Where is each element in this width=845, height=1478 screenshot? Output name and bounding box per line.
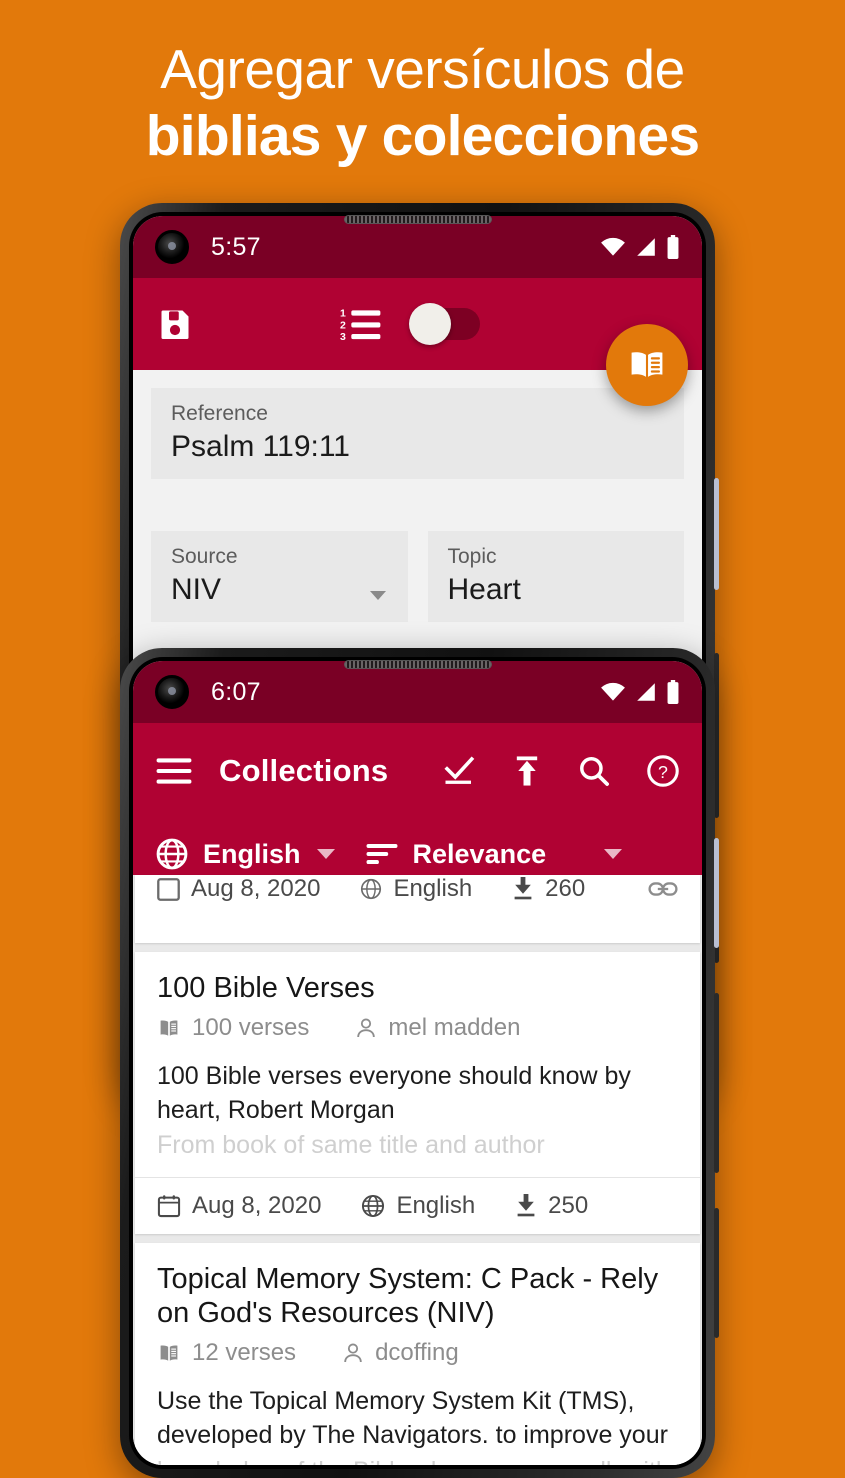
verses-count-label: 100 verses — [192, 1013, 310, 1041]
list-item-description-faded: From book of same title and author — [157, 1131, 545, 1160]
bible-fab-button[interactable] — [606, 324, 688, 406]
collections-list[interactable]: Aug 8, 2020 English 260 100 Bible Verses… — [133, 875, 702, 1465]
battery-icon — [666, 235, 680, 259]
numbered-list-icon[interactable]: 1 2 3 — [340, 305, 382, 343]
verses-count: 12 verses — [157, 1339, 296, 1367]
author: mel madden — [355, 1014, 520, 1042]
status-icons — [600, 235, 680, 259]
topic-field[interactable]: Topic Heart — [427, 531, 684, 622]
verses-count: 100 verses — [157, 1014, 309, 1042]
status-bar-front: 6:07 — [133, 661, 702, 723]
download-icon — [515, 1194, 537, 1218]
earpiece-speaker-grille-front — [343, 660, 492, 669]
list-item-downloads: 260 — [545, 875, 586, 902]
list-item[interactable]: Aug 8, 2020 English 260 — [135, 875, 700, 943]
reference-field[interactable]: Reference Psalm 119:11 — [151, 388, 684, 479]
sort-filter-value: Relevance — [412, 838, 547, 869]
list-item-date: Aug 8, 2020 — [192, 1192, 322, 1220]
headline-line-2: biblias y colecciones — [145, 104, 700, 169]
svg-text:1: 1 — [340, 308, 346, 320]
svg-text:2: 2 — [340, 320, 346, 332]
sort-icon — [365, 841, 399, 867]
download-icon — [512, 877, 534, 901]
search-icon[interactable] — [578, 755, 610, 787]
wifi-icon — [600, 237, 626, 257]
author: dcoffing — [342, 1339, 459, 1367]
toggle-thumb — [408, 303, 451, 345]
list-item-description: 100 Bible verses everyone should know by… — [157, 1061, 631, 1124]
chevron-down-icon[interactable] — [369, 591, 386, 600]
list-mode-toggle[interactable] — [408, 303, 480, 345]
source-label: Source — [171, 545, 238, 568]
phone-screen-front: 6:07 Collections ? English Relevance Aug… — [133, 661, 702, 1465]
list-item-language: English — [393, 875, 473, 902]
chevron-down-icon[interactable] — [604, 849, 623, 859]
power-button-front[interactable] — [714, 838, 719, 948]
globe-icon — [360, 878, 382, 900]
open-book-icon — [626, 344, 668, 386]
source-value: NIV — [171, 573, 222, 606]
list-item[interactable]: 100 Bible Verses 100 verses mel madden 1… — [135, 952, 700, 1235]
select-checkbox[interactable] — [157, 877, 180, 901]
language-filter[interactable]: English — [155, 837, 335, 871]
book-icon — [157, 1017, 181, 1039]
reference-label: Reference — [171, 402, 268, 425]
list-item-description-faded: knowledge of the Bible. deepen your walk… — [157, 1455, 678, 1465]
list-item-downloads: 250 — [548, 1192, 589, 1220]
page-title: Collections — [219, 753, 389, 788]
author-label: mel madden — [388, 1013, 521, 1041]
volume-down-button-front[interactable] — [714, 1208, 719, 1338]
verse-editor-form: Reference Psalm 119:11 Source NIV Topic … — [133, 370, 702, 622]
status-icons-front — [600, 680, 680, 704]
list-item-description: Use the Topical Memory System Kit (TMS),… — [157, 1387, 668, 1449]
language-filter-value: English — [203, 838, 301, 869]
sort-filter[interactable]: Relevance — [365, 839, 623, 870]
link-icon[interactable] — [648, 878, 678, 900]
list-item-language: English — [396, 1192, 476, 1220]
volume-up-button-front[interactable] — [714, 993, 719, 1173]
source-field[interactable]: Source NIV — [151, 531, 408, 622]
signal-icon — [635, 682, 657, 702]
hamburger-menu-icon[interactable] — [155, 756, 193, 786]
phone-mockup-front: 6:07 Collections ? English Relevance Aug… — [120, 648, 719, 1478]
book-icon — [157, 1342, 181, 1364]
collections-appbar: Collections ? — [133, 723, 702, 819]
battery-icon — [666, 680, 680, 704]
help-icon[interactable]: ? — [646, 754, 680, 788]
status-clock: 5:57 — [211, 232, 261, 261]
person-icon — [342, 1342, 364, 1364]
globe-icon — [361, 1194, 385, 1218]
list-item-title: 100 Bible Verses — [157, 972, 375, 1004]
status-clock-front: 6:07 — [211, 677, 261, 706]
list-item[interactable]: Topical Memory System: C Pack - Rely on … — [135, 1243, 700, 1465]
reference-value: Psalm 119:11 — [171, 430, 350, 463]
status-bar-back: 5:57 — [133, 216, 702, 278]
globe-icon — [155, 837, 189, 871]
power-button[interactable] — [714, 478, 719, 590]
calendar-icon — [157, 1194, 181, 1218]
author-label: dcoffing — [375, 1339, 459, 1367]
list-item-title: Topical Memory System: C Pack - Rely on … — [157, 1263, 659, 1330]
page-headline: Agregar versículos de biblias y coleccio… — [0, 40, 845, 167]
verses-count-label: 12 verses — [192, 1339, 297, 1367]
check-icon[interactable] — [442, 756, 476, 786]
front-camera-punch-hole-front — [155, 675, 189, 709]
chevron-down-icon[interactable] — [316, 849, 335, 859]
earpiece-speaker-grille — [343, 215, 492, 224]
signal-icon — [635, 237, 657, 257]
svg-text:?: ? — [658, 762, 668, 782]
save-floppy-icon[interactable] — [157, 306, 193, 342]
headline-line-1: Agregar versículos de — [160, 38, 685, 100]
wifi-icon — [600, 682, 626, 702]
upload-icon[interactable] — [512, 755, 542, 787]
phone-bezel-front: 6:07 Collections ? English Relevance Aug… — [129, 657, 706, 1469]
topic-value: Heart — [447, 573, 521, 606]
person-icon — [355, 1017, 377, 1039]
svg-text:3: 3 — [340, 331, 346, 343]
list-item-date: Aug 8, 2020 — [191, 875, 321, 902]
front-camera-punch-hole — [155, 230, 189, 264]
topic-label: Topic — [447, 545, 497, 568]
